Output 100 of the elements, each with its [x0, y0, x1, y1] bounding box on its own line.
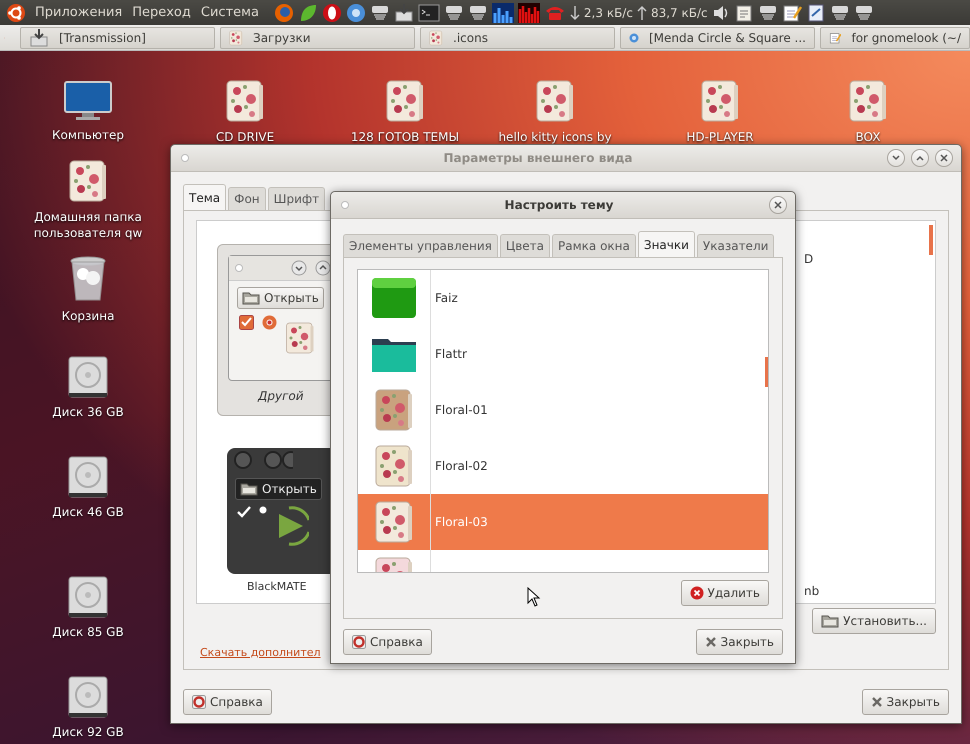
- help-button[interactable]: Справка: [343, 629, 432, 655]
- floral-folder-icon: [848, 79, 888, 123]
- tab[interactable]: Указатели: [696, 234, 774, 257]
- close-dialog-button[interactable]: Закрыть: [696, 629, 783, 655]
- scrollbar-thumb[interactable]: [765, 357, 768, 387]
- chart-icon[interactable]: [492, 2, 514, 22]
- taskbar-button[interactable]: .icons: [420, 26, 615, 48]
- maximize-button[interactable]: [911, 149, 929, 167]
- floral-folder-icon: [225, 79, 265, 123]
- ring-icon[interactable]: [322, 2, 342, 22]
- globe-icon[interactable]: [274, 2, 294, 22]
- desktop-icon-label[interactable]: 128 ГОТОВ ТЕМЫ: [350, 129, 460, 145]
- panel-menu[interactable]: Переход: [127, 5, 196, 20]
- document-icon[interactable]: [806, 2, 826, 22]
- browser-icon[interactable]: [346, 2, 366, 22]
- help-button[interactable]: Справка: [183, 689, 272, 715]
- icon-theme-name: Faiz: [434, 291, 458, 305]
- radio-icon: [259, 506, 267, 514]
- desktop-icon-label[interactable]: Компьютер: [52, 127, 124, 143]
- taskbar-button[interactable]: Загрузки: [220, 26, 415, 48]
- close-icon: [940, 154, 948, 162]
- floral-folder-icon: [374, 500, 414, 544]
- window-title: Параметры внешнего вида: [442, 151, 634, 165]
- dialog-title: Настроить тему: [504, 198, 614, 212]
- checkbox-icon: [239, 315, 254, 330]
- theme-preview-card[interactable]: nb: [800, 448, 840, 598]
- close-button[interactable]: [769, 196, 787, 214]
- icon-theme-row[interactable]: Faiz: [358, 270, 768, 326]
- scrollbar-thumb[interactable]: [929, 225, 933, 255]
- chevron-down-icon: [892, 155, 900, 161]
- chevron-down-icon: [291, 260, 307, 276]
- close-icon: [704, 636, 717, 648]
- open-button[interactable]: Открыть: [237, 287, 324, 309]
- delete-icon: [690, 586, 704, 600]
- monitor-icon[interactable]: [64, 81, 112, 121]
- tab[interactable]: Тема: [183, 184, 226, 210]
- download-speed: 2,3 кБ/с: [584, 6, 633, 20]
- icon-theme-row[interactable]: Floral-01: [358, 382, 768, 438]
- cursor-icon: [527, 587, 541, 607]
- folder-icon: [821, 614, 840, 628]
- notepad-icon[interactable]: [782, 2, 802, 22]
- theme-name: BlackMATE: [247, 580, 307, 593]
- terminal-icon[interactable]: [418, 2, 440, 22]
- floral-folder-icon: [374, 388, 414, 432]
- close-icon: [774, 201, 782, 209]
- download-icon[interactable]: [29, 28, 49, 48]
- delete-button[interactable]: Удалить: [680, 580, 769, 606]
- taskbar-button[interactable]: [Transmission]: [20, 26, 215, 48]
- chevron-up-icon: [916, 155, 924, 161]
- icon-theme-name: Floral-01: [434, 403, 488, 417]
- lifebuoy-icon: [352, 635, 366, 649]
- upload-arrow-icon: [636, 4, 647, 20]
- tab[interactable]: Цвета: [500, 234, 550, 257]
- desktop-icon-label[interactable]: hello kitty icons by: [498, 129, 612, 145]
- taskbar-button[interactable]: [Menda Circle & Square ...: [620, 26, 815, 48]
- icon-theme-name: Flattr: [434, 347, 467, 361]
- desktop-icon-label[interactable]: Диск 85 GB: [52, 624, 124, 640]
- install-button[interactable]: Установить...: [812, 608, 936, 634]
- folder-icon: [371, 277, 417, 319]
- floral-folder-icon: [229, 30, 243, 46]
- icon-theme-name: Floral-02: [434, 459, 488, 473]
- close-icon: [870, 696, 883, 708]
- icon-theme-row[interactable]: Flattr: [358, 326, 768, 382]
- floral-folder-icon: [429, 30, 443, 46]
- taskbar-button[interactable]: for gnomelook (~/: [820, 26, 970, 48]
- download-arrow-icon: [570, 4, 580, 20]
- icon-theme-row[interactable]: Floral-02: [358, 438, 768, 494]
- tab[interactable]: Рамка окна: [552, 234, 636, 257]
- close-button[interactable]: [935, 149, 953, 167]
- theme-name: Другой: [258, 389, 304, 403]
- speaker-icon[interactable]: [712, 4, 730, 22]
- desktop-icon-label[interactable]: CD DRIVE: [216, 129, 274, 145]
- tab[interactable]: Элементы управления: [343, 234, 498, 257]
- theme-preview-card[interactable]: D: [800, 244, 840, 416]
- radio-icon: [262, 315, 277, 330]
- desktop-icon-label[interactable]: Домашняя папка пользователя qw: [28, 209, 148, 241]
- floral-folder-icon: [374, 444, 414, 488]
- close-window-button[interactable]: Закрыть: [862, 689, 949, 715]
- tab[interactable]: Значки: [638, 231, 695, 257]
- tab[interactable]: Шрифт: [268, 187, 326, 210]
- floral-folder-icon: [535, 79, 575, 123]
- open-button[interactable]: Открыть: [235, 478, 322, 500]
- desktop-icon-label[interactable]: Корзина: [62, 308, 114, 324]
- panel-menu[interactable]: Приложения: [30, 5, 128, 20]
- trash-icon[interactable]: [69, 256, 107, 302]
- tab[interactable]: Фон: [228, 187, 266, 210]
- desktop-icon-label[interactable]: Диск 92 GB: [52, 724, 124, 740]
- desktop-icon-label[interactable]: Диск 36 GB: [52, 404, 124, 420]
- icon-theme-name: Floral-03: [434, 515, 488, 529]
- floral-folder-icon: [68, 159, 108, 203]
- minimize-button[interactable]: [887, 149, 905, 167]
- panel-menu[interactable]: Система: [196, 5, 264, 20]
- theme-name: D: [804, 252, 814, 266]
- upload-speed: 83,7 кБ/с: [650, 6, 708, 20]
- theme-name: nb: [804, 584, 820, 598]
- desktop-icon-label[interactable]: Диск 46 GB: [52, 504, 124, 520]
- clipboard-icon[interactable]: [734, 2, 754, 22]
- logo-icon[interactable]: [6, 2, 26, 22]
- window-menu-dot: [235, 264, 243, 272]
- chart-icon[interactable]: [518, 2, 540, 22]
